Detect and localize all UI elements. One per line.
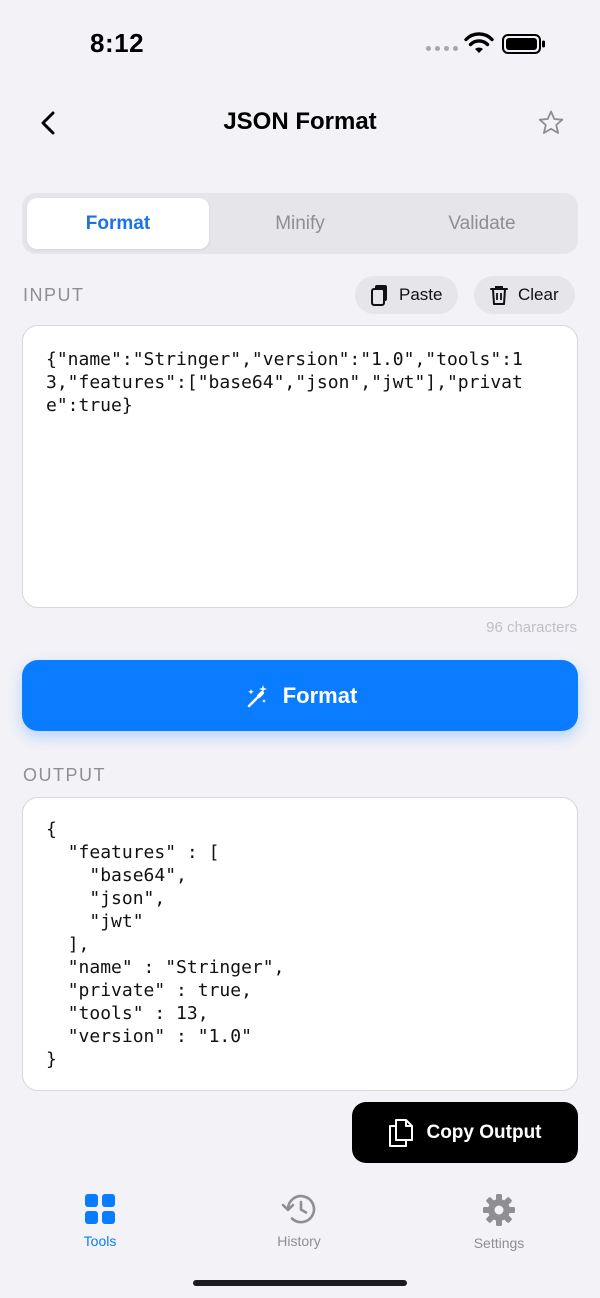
grid-icon — [85, 1194, 115, 1224]
status-bar: 8:12 — [0, 0, 600, 90]
output-section-label: OUTPUT — [23, 765, 106, 785]
tab-bar-label-settings: Settings — [473, 1235, 525, 1251]
wifi-icon — [464, 32, 494, 53]
tab-bar-label-tools: Tools — [83, 1233, 117, 1249]
tab-bar-item-history[interactable]: History — [239, 1193, 359, 1249]
mode-segmented-control: Format Minify Validate — [22, 193, 578, 254]
tab-bar-item-settings[interactable]: Settings — [439, 1193, 559, 1251]
format-button-label: Format — [282, 682, 358, 708]
copy-document-icon — [389, 1118, 414, 1147]
clipboard-icon — [371, 285, 387, 306]
screen: 8:12 JSON Format Format Minify Validate … — [0, 0, 600, 1298]
magic-wand-icon — [247, 684, 267, 707]
character-count: 96 characters — [486, 619, 577, 636]
battery-icon — [502, 34, 545, 54]
navigation-bar: JSON Format — [0, 90, 600, 156]
paste-button-label: Paste — [399, 285, 443, 304]
tab-bar-item-tools[interactable]: Tools — [40, 1193, 160, 1249]
format-button[interactable]: Format — [22, 660, 578, 731]
input-section-label: INPUT — [23, 285, 85, 305]
gear-icon — [483, 1194, 515, 1226]
json-output-field[interactable]: { "features" : [ "base64", "json", "jwt"… — [22, 797, 578, 1091]
status-time: 8:12 — [90, 28, 145, 58]
trash-icon — [490, 286, 508, 305]
page-title: JSON Format — [223, 108, 377, 135]
clear-button-label: Clear — [518, 285, 559, 304]
tab-bar-label-history: History — [277, 1233, 321, 1249]
home-indicator — [193, 1280, 407, 1286]
clear-button[interactable]: Clear — [474, 276, 575, 314]
json-input-field[interactable]: {"name":"Stringer","version":"1.0","tool… — [22, 325, 578, 608]
tab-validate[interactable]: Validate — [391, 198, 573, 249]
tab-minify[interactable]: Minify — [209, 198, 391, 249]
history-icon — [281, 1194, 316, 1224]
copy-output-button[interactable]: Copy Output — [352, 1102, 578, 1163]
favorite-star-icon[interactable] — [536, 108, 566, 138]
paste-button[interactable]: Paste — [355, 276, 459, 314]
tab-format[interactable]: Format — [27, 198, 209, 249]
copy-output-label: Copy Output — [426, 1121, 542, 1143]
cellular-signal-icon — [426, 46, 458, 51]
